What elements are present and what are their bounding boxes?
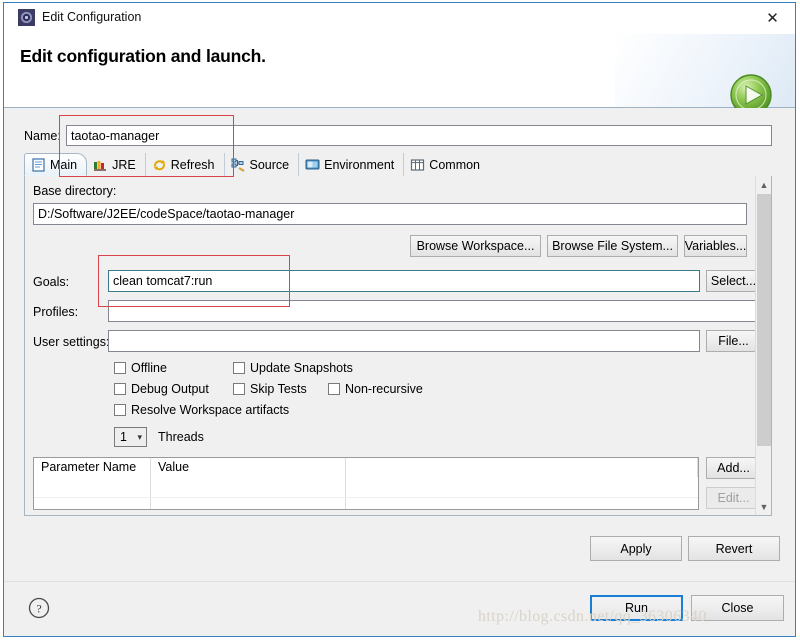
scrollbar-thumb[interactable] (757, 194, 771, 446)
checkbox-label: Skip Tests (250, 382, 307, 396)
add-parameter-button[interactable]: Add... (706, 457, 761, 479)
checkbox-debug-output[interactable]: Debug Output (114, 382, 209, 396)
user-settings-label: User settings: (33, 335, 110, 349)
checkbox-label: Debug Output (131, 382, 209, 396)
table-cell (34, 477, 151, 497)
tab-label: Main (50, 157, 78, 172)
goals-label: Goals: (33, 275, 70, 289)
run-button[interactable]: Run (590, 595, 683, 621)
apply-revert-bar: Apply Revert (4, 526, 795, 571)
table-cell (346, 498, 698, 509)
column-header-parameter-name[interactable]: Parameter Name (34, 458, 151, 477)
checkbox-box[interactable] (114, 362, 126, 374)
checkbox-skip-tests[interactable]: Skip Tests (233, 382, 307, 396)
profiles-label: Profiles: (33, 305, 79, 319)
tab-jre[interactable]: JRE (87, 153, 146, 176)
edit-configuration-dialog: Edit Configuration ✕ Edit configuration … (3, 2, 796, 637)
tab-label: Environment (324, 157, 395, 172)
threads-label: Threads (158, 430, 204, 444)
common-table-icon (410, 158, 425, 172)
name-row: Name: (24, 125, 772, 147)
checkbox-box[interactable] (328, 383, 340, 395)
user-settings-input[interactable] (108, 330, 700, 352)
dialog-footer: ? Run Close (4, 581, 795, 636)
tab-label: JRE (112, 157, 136, 172)
table-row (34, 497, 698, 509)
checkbox-label: Resolve Workspace artifacts (131, 403, 290, 417)
scroll-down-arrow-icon[interactable]: ▼ (756, 498, 772, 515)
browse-filesystem-button[interactable]: Browse File System... (547, 235, 678, 257)
close-window-button[interactable]: ✕ (750, 3, 795, 33)
refresh-arrows-icon (152, 158, 167, 172)
profiles-input[interactable] (108, 300, 761, 322)
table-cell (151, 477, 346, 497)
table-cell (34, 498, 151, 509)
variables-button[interactable]: Variables... (684, 235, 747, 257)
parameter-table[interactable]: Parameter Name Value (33, 457, 699, 510)
checkbox-box[interactable] (233, 383, 245, 395)
checkbox-box[interactable] (233, 362, 245, 374)
threads-value: 1 (120, 430, 127, 444)
configuration-name-input[interactable] (66, 125, 772, 146)
checkbox-label: Offline (131, 361, 167, 375)
scroll-up-arrow-icon[interactable]: ▲ (756, 176, 772, 193)
edit-parameter-button: Edit... (706, 487, 761, 509)
threads-spinner[interactable]: 1 ▾ (114, 427, 147, 447)
table-cell (151, 498, 346, 509)
name-label: Name: (24, 129, 61, 143)
content-scrollbar[interactable]: ▲ ▼ (755, 176, 771, 515)
tab-label: Common (429, 157, 481, 172)
tab-source[interactable]: Source (225, 153, 300, 176)
chevron-down-icon[interactable]: ▾ (137, 432, 142, 443)
checkbox-label: Update Snapshots (250, 361, 353, 375)
checkbox-offline[interactable]: Offline (114, 361, 167, 375)
page-title: Edit configuration and launch. (20, 46, 266, 66)
tab-label: Source (249, 157, 290, 172)
tab-environment[interactable]: Environment (299, 153, 405, 176)
apply-button[interactable]: Apply (590, 536, 682, 561)
tab-common[interactable]: Common (404, 153, 489, 176)
tab-label: Refresh (170, 157, 215, 172)
user-settings-file-button[interactable]: File... (706, 330, 761, 352)
base-directory-input[interactable] (33, 203, 747, 225)
base-directory-label: Base directory: (33, 184, 117, 198)
document-icon (31, 157, 46, 172)
column-header-value[interactable]: Value (151, 458, 346, 477)
dialog-header: Edit configuration and launch. (4, 34, 795, 116)
goals-input[interactable] (108, 270, 700, 292)
column-header-spacer[interactable] (346, 458, 698, 477)
environment-icon (305, 158, 320, 172)
main-tab-content: Base directory: Browse Workspace... Brow… (24, 176, 772, 516)
tab-refresh[interactable]: Refresh (146, 153, 225, 176)
checkbox-box[interactable] (114, 383, 126, 395)
checkbox-box[interactable] (114, 404, 126, 416)
close-button[interactable]: Close (691, 595, 784, 621)
table-body (34, 477, 698, 509)
title-bar: Edit Configuration ✕ (4, 3, 795, 34)
window-title: Edit Configuration (42, 10, 142, 24)
dialog-body: Name: Main (4, 108, 795, 583)
checkbox-label: Non-recursive (345, 382, 423, 396)
question-mark-icon[interactable]: ? (28, 597, 50, 619)
source-tree-icon (231, 158, 246, 172)
books-icon (93, 158, 108, 172)
select-goals-button[interactable]: Select... (706, 270, 761, 292)
table-empty-area (34, 477, 698, 497)
tab-main[interactable]: Main (24, 153, 88, 176)
browse-workspace-button[interactable]: Browse Workspace... (410, 235, 541, 257)
tab-strip: Main JRE Refresh Source Environment Comm… (24, 153, 772, 177)
checkbox-resolve-workspace-artifacts[interactable]: Resolve Workspace artifacts (114, 403, 289, 417)
checkbox-update-snapshots[interactable]: Update Snapshots (233, 361, 353, 375)
revert-button[interactable]: Revert (688, 536, 780, 561)
table-cell (346, 477, 698, 497)
svg-text:?: ? (36, 602, 41, 616)
checkbox-non-recursive[interactable]: Non-recursive (328, 382, 423, 396)
table-header-row: Parameter Name Value (34, 458, 698, 477)
configuration-gear-icon (18, 9, 35, 26)
